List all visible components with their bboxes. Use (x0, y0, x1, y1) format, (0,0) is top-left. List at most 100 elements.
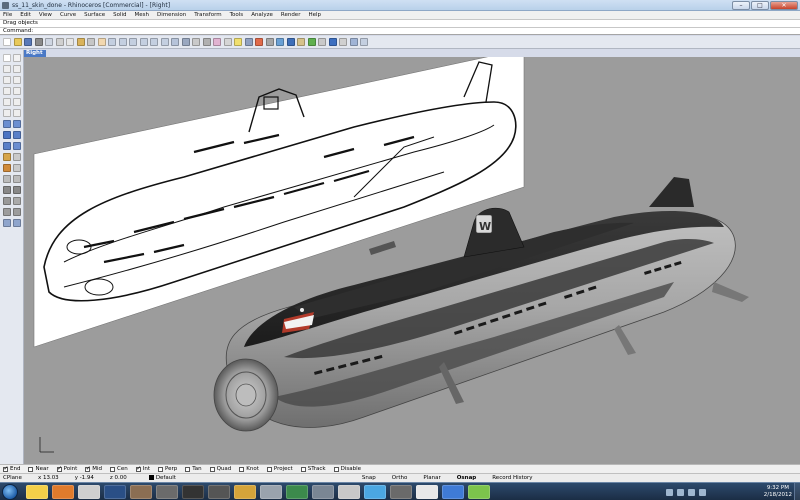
named-view-icon[interactable] (202, 38, 211, 46)
point-icon[interactable] (13, 54, 21, 62)
menu-edit[interactable]: Edit (20, 12, 31, 18)
cut-icon[interactable] (55, 38, 64, 46)
mesh-tools-icon[interactable] (13, 153, 21, 161)
osnap-strack[interactable]: STrack (300, 466, 326, 472)
render-preview-icon[interactable] (276, 38, 284, 46)
help-icon[interactable] (328, 38, 337, 46)
save-icon[interactable] (24, 38, 32, 46)
app-icon-8[interactable] (208, 485, 230, 499)
undo-view-icon[interactable] (160, 38, 169, 46)
app-icon-18[interactable] (468, 485, 490, 499)
menu-file[interactable]: File (3, 12, 12, 18)
app-icon-13[interactable] (338, 485, 360, 499)
print-icon[interactable] (34, 38, 43, 46)
join-icon[interactable] (3, 186, 11, 194)
lock-icon[interactable] (244, 38, 253, 46)
explorer-icon[interactable] (26, 485, 48, 499)
undo-icon[interactable] (87, 38, 95, 46)
photoshop-icon[interactable] (104, 485, 126, 499)
rectangle-icon[interactable] (13, 87, 21, 95)
app-icon-11[interactable] (286, 485, 308, 499)
zoom-selected-icon[interactable] (150, 38, 158, 46)
osnap-int[interactable]: Int (135, 465, 150, 472)
menu-view[interactable]: View (39, 12, 52, 18)
scale-icon[interactable] (3, 208, 11, 216)
hide-icon[interactable] (223, 38, 232, 46)
hand-app-icon[interactable] (130, 485, 152, 499)
rotate-icon[interactable] (13, 197, 21, 205)
app-icon-10[interactable] (260, 485, 282, 499)
menu-render[interactable]: Render (281, 12, 301, 18)
mesh-icon[interactable] (3, 153, 11, 161)
menu-dimension[interactable]: Dimension (157, 12, 186, 18)
zoom-icon[interactable] (118, 38, 127, 46)
toolbar-extra-icon[interactable] (349, 38, 358, 46)
status-snap[interactable]: Snap (362, 475, 376, 481)
app-icon-6[interactable] (156, 485, 178, 499)
close-button[interactable]: ✕ (770, 1, 798, 10)
menu-mesh[interactable]: Mesh (135, 12, 149, 18)
properties-icon[interactable] (318, 38, 326, 46)
firefox-icon[interactable] (52, 485, 74, 499)
menu-curve[interactable]: Curve (60, 12, 76, 18)
osnap-project[interactable]: Project (266, 466, 293, 472)
group-icon[interactable] (13, 219, 21, 227)
rhino-taskbar-icon[interactable] (390, 485, 412, 499)
sphere-icon[interactable] (13, 131, 21, 139)
options-icon[interactable] (339, 38, 347, 46)
clock[interactable]: 9:32 PM 2/18/2012 (764, 485, 792, 499)
trim-icon[interactable] (13, 175, 21, 183)
box-icon[interactable] (3, 131, 11, 139)
import-icon[interactable] (45, 38, 53, 46)
osnap-mid[interactable]: Mid (85, 465, 102, 472)
arc-icon[interactable] (13, 76, 21, 84)
fillet-edge-icon[interactable] (3, 164, 11, 172)
tray-volume-icon[interactable] (677, 488, 684, 496)
menu-solid[interactable]: Solid (113, 12, 126, 18)
new-file-icon[interactable] (3, 38, 11, 46)
media-icon[interactable] (78, 485, 100, 499)
osnap-near[interactable]: Near (28, 466, 49, 472)
osnap-end[interactable]: End (3, 465, 20, 472)
fillet-curve-icon[interactable] (13, 109, 21, 117)
status-osnap[interactable]: Osnap (457, 475, 477, 481)
osnap-knot[interactable]: Knot (239, 466, 259, 472)
viewport-layout-icon[interactable] (171, 38, 179, 46)
osnap-perp[interactable]: Perp (158, 466, 177, 472)
select-arrow-icon[interactable] (3, 54, 11, 62)
select-icon[interactable] (213, 38, 221, 46)
menu-analyze[interactable]: Analyze (251, 12, 273, 18)
tray-app-icon[interactable] (699, 488, 706, 496)
explode-icon[interactable] (13, 186, 21, 194)
command-line[interactable]: Command: (0, 27, 800, 35)
boolean-union-icon[interactable] (13, 142, 21, 150)
environment-icon[interactable] (307, 38, 316, 46)
zbrush-icon[interactable] (182, 485, 204, 499)
freeform-icon[interactable] (13, 98, 21, 106)
minimize-button[interactable]: – (732, 1, 750, 10)
start-button[interactable] (2, 484, 18, 500)
osnap-quad[interactable]: Quad (209, 466, 231, 472)
cplane-icon[interactable] (181, 38, 190, 46)
color-wheel-icon[interactable] (255, 38, 263, 46)
viewport-tab-right[interactable]: Right (24, 50, 46, 57)
osnap-cen[interactable]: Cen (110, 466, 128, 472)
skype-icon[interactable] (364, 485, 386, 499)
cylinder-icon[interactable] (3, 142, 11, 150)
osnap-point[interactable]: Point (56, 465, 77, 472)
paste-icon[interactable] (76, 38, 85, 46)
tray-network-icon[interactable] (666, 488, 673, 496)
viewport-right[interactable]: W (24, 57, 800, 464)
status-layer[interactable]: Default (148, 475, 192, 481)
app-icon-9[interactable] (234, 485, 256, 499)
rotate-view-icon[interactable] (108, 38, 116, 46)
zoom-window-icon[interactable] (129, 38, 137, 46)
menu-tools[interactable]: Tools (230, 12, 244, 18)
mirror-icon[interactable] (13, 208, 21, 216)
copy-icon[interactable] (66, 38, 74, 46)
app-icon-17[interactable] (442, 485, 464, 499)
zoom-extents-icon[interactable] (139, 38, 148, 46)
osnap-tan[interactable]: Tan (185, 466, 202, 472)
polyline-icon[interactable] (3, 65, 11, 73)
open-file-icon[interactable] (13, 38, 22, 46)
